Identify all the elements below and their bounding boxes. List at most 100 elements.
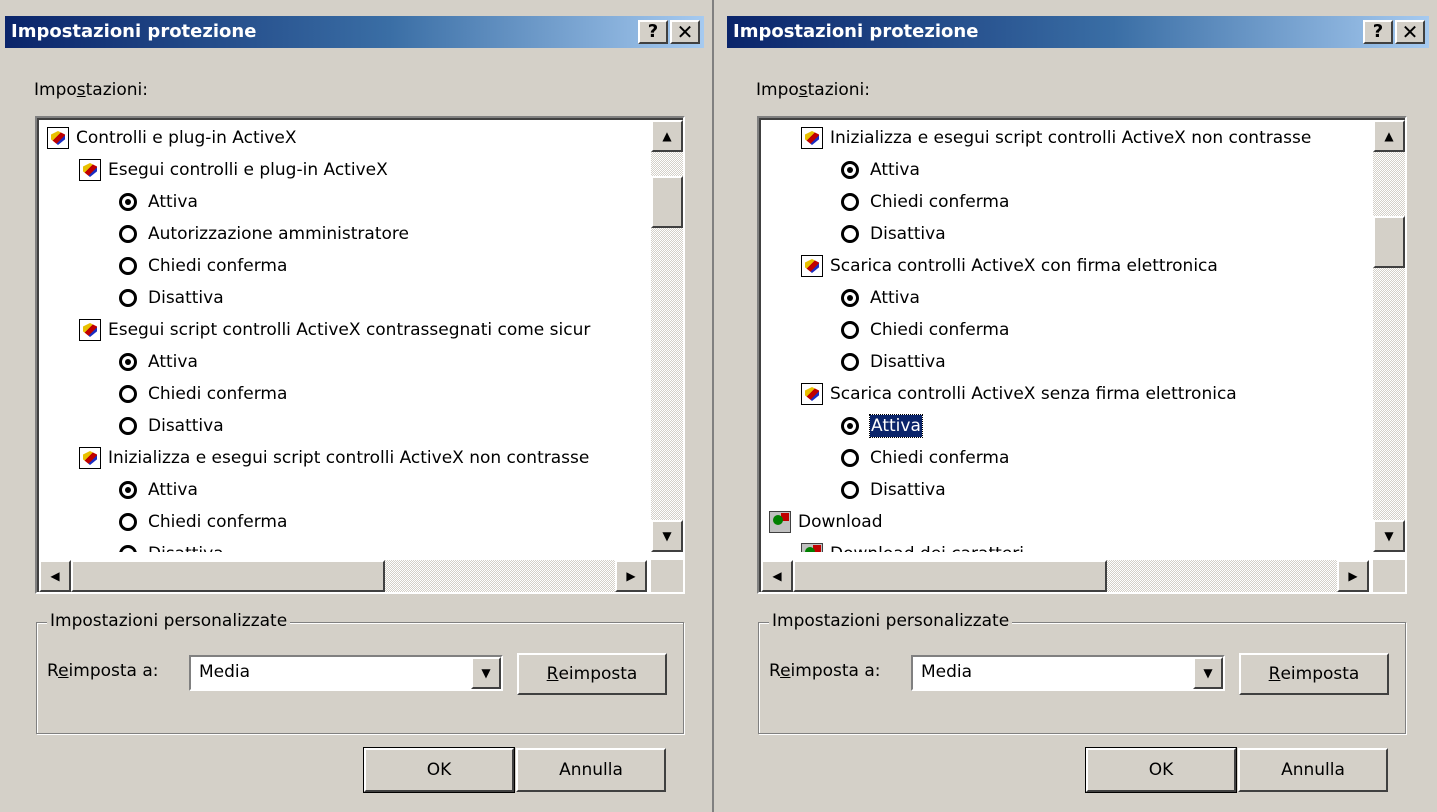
- tree-item-label: Disattiva: [870, 352, 946, 372]
- vertical-scrollbar[interactable]: ▲ ▼: [1373, 120, 1405, 552]
- arrow-left-icon: ◀: [772, 569, 782, 583]
- radio-unchecked-icon[interactable]: [841, 449, 859, 467]
- radio-option[interactable]: Disattiva: [841, 346, 946, 378]
- settings-tree-list[interactable]: Inizializza e esegui script controlli Ac…: [757, 116, 1407, 594]
- radio-checked-icon[interactable]: [119, 353, 137, 371]
- radio-option[interactable]: Disattiva: [841, 218, 946, 250]
- radio-option[interactable]: Autorizzazione amministratore: [119, 218, 409, 250]
- radio-unchecked-icon[interactable]: [841, 353, 859, 371]
- radio-checked-icon[interactable]: [841, 417, 859, 435]
- shield-icon: [801, 383, 823, 405]
- tree-setting[interactable]: Inizializza e esegui script controlli Ac…: [79, 442, 589, 474]
- radio-checked-icon[interactable]: [119, 193, 137, 211]
- radio-option[interactable]: Chiedi conferma: [841, 442, 1009, 474]
- reset-level-select[interactable]: Media ▼: [911, 655, 1225, 691]
- tree-setting[interactable]: Inizializza e esegui script controlli Ac…: [801, 122, 1311, 154]
- scroll-left-button[interactable]: ◀: [39, 560, 71, 592]
- horizontal-scroll-thumb[interactable]: [71, 560, 385, 592]
- settings-tree-content: Controlli e plug-in ActiveX Esegui contro…: [39, 120, 647, 552]
- tree-item-label: Scarica controlli ActiveX con firma elet…: [830, 256, 1218, 276]
- horizontal-scrollbar[interactable]: ◀ ▶: [39, 560, 647, 592]
- radio-unchecked-icon[interactable]: [119, 545, 137, 552]
- tree-setting[interactable]: Scarica controlli ActiveX senza firma el…: [801, 378, 1237, 410]
- radio-option[interactable]: Chiedi conferma: [119, 378, 287, 410]
- arrow-up-icon: ▲: [1384, 129, 1394, 143]
- radio-option[interactable]: Attiva: [119, 186, 198, 218]
- settings-tree-content: Inizializza e esegui script controlli Ac…: [761, 120, 1369, 552]
- radio-option[interactable]: Chiedi conferma: [841, 314, 1009, 346]
- radio-unchecked-icon[interactable]: [119, 385, 137, 403]
- scroll-down-button[interactable]: ▼: [651, 520, 683, 552]
- arrow-right-icon: ▶: [626, 569, 636, 583]
- radio-unchecked-icon[interactable]: [119, 257, 137, 275]
- help-button[interactable]: ?: [1363, 20, 1393, 44]
- ok-button[interactable]: OK: [363, 747, 515, 793]
- cancel-button[interactable]: Annulla: [1238, 748, 1388, 792]
- vertical-scroll-thumb[interactable]: [651, 176, 683, 228]
- tree-item-label: Inizializza e esegui script controlli Ac…: [108, 448, 590, 468]
- radio-option[interactable]: Disattiva: [841, 474, 946, 506]
- reset-button[interactable]: Reimposta: [1239, 653, 1389, 695]
- scroll-right-button[interactable]: ▶: [1337, 560, 1369, 592]
- vertical-scroll-thumb[interactable]: [1373, 216, 1405, 268]
- radio-unchecked-icon[interactable]: [119, 225, 137, 243]
- scroll-left-button[interactable]: ◀: [761, 560, 793, 592]
- close-icon: ✕: [676, 20, 694, 44]
- reset-button[interactable]: Reimposta: [517, 653, 667, 695]
- tree-item-label: Download: [798, 512, 883, 532]
- cancel-button[interactable]: Annulla: [516, 748, 666, 792]
- scrollbar-corner: [651, 560, 683, 592]
- tree-item-label: Chiedi conferma: [148, 384, 288, 404]
- radio-checked-icon[interactable]: [119, 481, 137, 499]
- help-button[interactable]: ?: [638, 20, 668, 44]
- dropdown-button[interactable]: ▼: [1193, 657, 1223, 689]
- group-title: Impostazioni personalizzate: [769, 611, 1013, 631]
- scroll-down-button[interactable]: ▼: [1373, 520, 1405, 552]
- tree-group[interactable]: Download: [769, 506, 883, 538]
- tree-item-label: Chiedi conferma: [148, 256, 288, 276]
- vertical-scrollbar[interactable]: ▲ ▼: [651, 120, 683, 552]
- reset-level-select[interactable]: Media ▼: [189, 655, 503, 691]
- horizontal-scroll-thumb[interactable]: [793, 560, 1107, 592]
- title-bar[interactable]: Impostazioni protezione ? ✕: [5, 16, 704, 48]
- scroll-up-button[interactable]: ▲: [1373, 120, 1405, 152]
- radio-option[interactable]: Attiva: [841, 282, 920, 314]
- radio-option[interactable]: Disattiva: [119, 538, 224, 552]
- radio-unchecked-icon[interactable]: [841, 321, 859, 339]
- radio-option[interactable]: Disattiva: [119, 282, 224, 314]
- radio-checked-icon[interactable]: [841, 289, 859, 307]
- chevron-down-icon: ▼: [1203, 666, 1213, 680]
- radio-option[interactable]: Disattiva: [119, 410, 224, 442]
- tree-setting[interactable]: Esegui script controlli ActiveX contrass…: [79, 314, 590, 346]
- tree-group[interactable]: Controlli e plug-in ActiveX: [47, 122, 297, 154]
- tree-setting[interactable]: Download dei caratteri: [801, 538, 1024, 552]
- settings-label: Impostazioni:: [34, 80, 148, 100]
- scroll-right-button[interactable]: ▶: [615, 560, 647, 592]
- close-button[interactable]: ✕: [1395, 20, 1425, 44]
- horizontal-scrollbar[interactable]: ◀ ▶: [761, 560, 1369, 592]
- radio-unchecked-icon[interactable]: [119, 513, 137, 531]
- radio-option[interactable]: Attiva: [841, 410, 923, 442]
- radio-option[interactable]: Attiva: [119, 346, 198, 378]
- radio-option[interactable]: Chiedi conferma: [841, 186, 1009, 218]
- radio-option[interactable]: Attiva: [841, 154, 920, 186]
- radio-unchecked-icon[interactable]: [841, 225, 859, 243]
- settings-tree-list[interactable]: Controlli e plug-in ActiveX Esegui contro…: [35, 116, 685, 594]
- radio-option[interactable]: Chiedi conferma: [119, 506, 287, 538]
- radio-checked-icon[interactable]: [841, 161, 859, 179]
- ok-button[interactable]: OK: [1085, 747, 1237, 793]
- tree-setting[interactable]: Scarica controlli ActiveX con firma elet…: [801, 250, 1218, 282]
- radio-option[interactable]: Attiva: [119, 474, 198, 506]
- radio-unchecked-icon[interactable]: [841, 193, 859, 211]
- arrow-up-icon: ▲: [662, 129, 672, 143]
- tree-item-label: Chiedi conferma: [870, 192, 1010, 212]
- dropdown-button[interactable]: ▼: [471, 657, 501, 689]
- tree-setting[interactable]: Esegui controlli e plug-in ActiveX: [79, 154, 388, 186]
- radio-option[interactable]: Chiedi conferma: [119, 250, 287, 282]
- radio-unchecked-icon[interactable]: [841, 481, 859, 499]
- radio-unchecked-icon[interactable]: [119, 289, 137, 307]
- radio-unchecked-icon[interactable]: [119, 417, 137, 435]
- title-bar[interactable]: Impostazioni protezione ? ✕: [727, 16, 1429, 48]
- close-button[interactable]: ✕: [670, 20, 700, 44]
- scroll-up-button[interactable]: ▲: [651, 120, 683, 152]
